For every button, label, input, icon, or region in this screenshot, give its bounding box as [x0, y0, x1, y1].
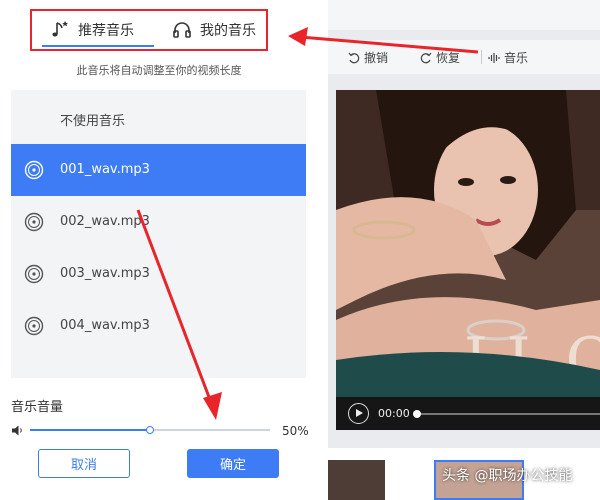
waveform-icon: [488, 52, 500, 63]
music-panel: 推荐音乐 我的音乐 此音乐将自动调整至你的视频长度 不使用音乐 001_wav.…: [0, 0, 328, 500]
seek-handle[interactable]: [413, 410, 421, 418]
editor-top-bar: [328, 0, 600, 30]
music-tabs: 推荐音乐 我的音乐: [30, 9, 268, 51]
confirm-button[interactable]: 确定: [187, 449, 279, 478]
list-item-label: 002_wav.mp3: [60, 214, 150, 229]
music-list: 不使用音乐 001_wav.mp3 002_wav.mp3 003_wav.mp…: [11, 90, 306, 378]
disc-icon: [24, 212, 44, 232]
tab-recommended-label: 推荐音乐: [78, 23, 134, 39]
volume-slider-fill: [30, 429, 150, 431]
list-item-track[interactable]: 004_wav.mp3: [11, 300, 306, 352]
toolbar-divider: [481, 50, 482, 64]
volume-label: 音乐音量: [11, 400, 64, 415]
list-item-label: 004_wav.mp3: [60, 318, 150, 333]
speaker-icon[interactable]: [11, 424, 24, 437]
music-label: 音乐: [504, 51, 529, 65]
music-hint: 此音乐将自动调整至你的视频长度: [76, 64, 242, 77]
redo-icon: [420, 52, 432, 63]
list-item-track[interactable]: 003_wav.mp3: [11, 248, 306, 300]
undo-icon: [348, 52, 360, 63]
disc-icon: [24, 160, 44, 180]
video-preview[interactable]: I L O: [336, 90, 600, 430]
music-note-icon: [52, 21, 68, 37]
music-button[interactable]: 音乐: [488, 49, 528, 66]
tab-recommended-music[interactable]: 推荐音乐: [50, 18, 134, 42]
timeline-thumbnail[interactable]: [328, 460, 385, 500]
headphones-icon: [173, 22, 191, 38]
undo-button[interactable]: 撤销: [348, 49, 388, 66]
seek-bar[interactable]: [413, 410, 600, 418]
list-item-no-music[interactable]: 不使用音乐: [11, 92, 306, 144]
list-item-track[interactable]: 001_wav.mp3: [11, 144, 306, 196]
redo-label: 恢复: [436, 51, 461, 65]
tab-my-music-label: 我的音乐: [200, 23, 256, 39]
list-item-label: 001_wav.mp3: [60, 162, 150, 177]
video-frame-image: I L O: [336, 90, 600, 430]
cancel-button[interactable]: 取消: [38, 449, 130, 478]
play-icon[interactable]: [348, 403, 369, 424]
disc-icon: [24, 264, 44, 284]
redo-button[interactable]: 恢复: [420, 49, 460, 66]
volume-value: 50%: [282, 424, 309, 438]
list-item-label: 不使用音乐: [60, 114, 126, 129]
list-item-label: 003_wav.mp3: [60, 266, 150, 281]
active-tab-underline: [42, 45, 154, 47]
list-item-track[interactable]: 002_wav.mp3: [11, 196, 306, 248]
playback-time: 00:00: [378, 407, 410, 420]
tab-my-music[interactable]: 我的音乐: [172, 18, 256, 42]
volume-slider[interactable]: [30, 426, 270, 434]
watermark: 头条 @职场办公技能: [442, 468, 573, 484]
disc-icon: [24, 316, 44, 336]
player-controls: 00:00: [336, 397, 600, 430]
editor-toolbar: 撤销 恢复 音乐: [328, 40, 600, 74]
editor-area: 撤销 恢复 音乐 00:00: [328, 0, 600, 500]
volume-slider-handle[interactable]: [146, 426, 154, 434]
undo-label: 撤销: [364, 51, 389, 65]
